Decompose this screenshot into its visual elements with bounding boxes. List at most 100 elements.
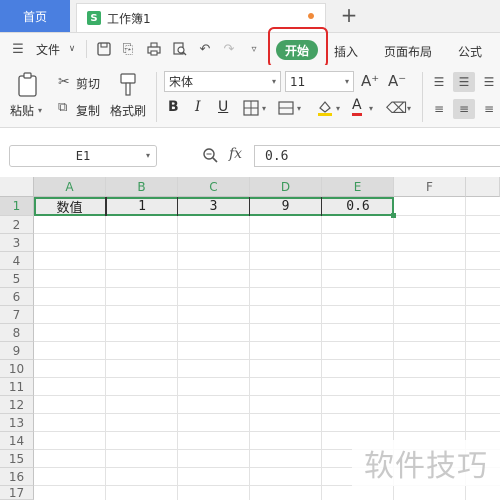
row-header-5[interactable]: 5 <box>0 270 34 288</box>
print-icon[interactable] <box>146 41 162 57</box>
increase-font-button[interactable]: A⁺ <box>361 72 379 90</box>
chevron-down-icon[interactable]: ▾ <box>297 104 301 113</box>
column-header-f[interactable]: F <box>394 177 466 197</box>
row-header-14[interactable]: 14 <box>0 432 34 450</box>
add-tab-button[interactable]: + <box>338 3 360 27</box>
font-color-button[interactable]: A <box>352 97 362 116</box>
chevron-down-icon[interactable]: ▾ <box>369 104 373 113</box>
row-header-12[interactable]: 12 <box>0 396 34 414</box>
chevron-down-icon: ▾ <box>271 77 276 86</box>
undo-icon[interactable]: ↶ <box>197 41 213 57</box>
column-header-a[interactable]: A <box>34 177 106 197</box>
column-header-d[interactable]: D <box>250 177 322 197</box>
menu-page-layout-tab[interactable]: 页面布局 <box>384 43 432 60</box>
divider <box>422 72 423 122</box>
redo-icon[interactable]: ↷ <box>221 41 237 57</box>
gridline <box>321 197 322 500</box>
paste-dropdown-icon[interactable]: ▾ <box>38 106 42 115</box>
row-header-13[interactable]: 13 <box>0 414 34 432</box>
font-size-select[interactable]: 11 ▾ <box>285 71 354 92</box>
cell-reference: E1 <box>75 149 91 163</box>
paste-button[interactable]: 粘贴 <box>10 102 34 119</box>
zoom-formula-icon[interactable] <box>202 147 218 167</box>
row-header-10[interactable]: 10 <box>0 360 34 378</box>
format-painter-icon[interactable] <box>118 72 138 98</box>
gridline <box>34 395 500 396</box>
cut-button[interactable]: 剪切 <box>76 75 100 92</box>
bold-button[interactable]: B <box>168 99 179 115</box>
align-left-icon[interactable]: ≡ <box>428 99 450 119</box>
select-all-corner[interactable] <box>0 177 34 197</box>
gridline <box>34 233 500 234</box>
cell-b1[interactable]: 1 <box>106 197 178 216</box>
chevron-down-icon[interactable]: ∨ <box>64 41 80 57</box>
export-icon[interactable]: ⎘ <box>120 41 136 57</box>
copy-icon[interactable]: ⧉ <box>58 100 67 115</box>
align-middle-icon[interactable]: ☰ <box>453 72 475 92</box>
gridline <box>34 305 500 306</box>
row-header-6[interactable]: 6 <box>0 288 34 306</box>
gridline <box>34 287 500 288</box>
row-header-1[interactable]: 1 <box>0 197 34 216</box>
cell-a1[interactable]: 数值 <box>34 197 106 216</box>
paste-icon[interactable] <box>16 72 40 98</box>
borders-icon[interactable] <box>243 100 259 120</box>
gridline <box>34 359 500 360</box>
customize-toolbar-icon[interactable]: ▿ <box>246 41 262 57</box>
file-menu[interactable]: 文件 <box>36 41 60 58</box>
align-right-icon[interactable]: ≡ <box>478 99 500 119</box>
font-name-value: 宋体 <box>169 75 194 89</box>
row-header-8[interactable]: 8 <box>0 324 34 342</box>
row-header-15[interactable]: 15 <box>0 450 34 468</box>
formula-input[interactable]: 0.6 <box>254 145 500 167</box>
hamburger-menu-icon[interactable]: ☰ <box>10 41 26 57</box>
cell-e1[interactable]: 0.6 <box>322 197 394 216</box>
column-header-c[interactable]: C <box>178 177 250 197</box>
gridline <box>34 323 500 324</box>
menu-formula-tab[interactable]: 公式 <box>458 43 482 60</box>
gridline <box>34 431 500 432</box>
chevron-down-icon[interactable]: ▾ <box>407 104 411 113</box>
save-icon[interactable] <box>96 41 112 57</box>
align-center-icon[interactable]: ≡ <box>453 99 475 119</box>
cell-c1[interactable]: 3 <box>178 197 250 216</box>
row-header-7[interactable]: 7 <box>0 306 34 324</box>
clear-eraser-icon[interactable]: ⌫ <box>386 99 407 117</box>
row-header-9[interactable]: 9 <box>0 342 34 360</box>
font-name-select[interactable]: 宋体 ▾ <box>164 71 281 92</box>
cell-d1[interactable]: 9 <box>250 197 322 216</box>
column-header-g[interactable]: G <box>466 177 500 197</box>
menu-insert-tab[interactable]: 插入 <box>334 43 358 60</box>
insert-function-button[interactable]: fx <box>229 146 242 162</box>
name-box[interactable]: E1 <box>9 145 157 167</box>
row-header-2[interactable]: 2 <box>0 216 34 234</box>
row-header-17[interactable]: 17 <box>0 486 34 500</box>
fill-color-icon[interactable] <box>316 99 334 121</box>
cut-icon[interactable]: ✂ <box>58 74 70 90</box>
print-preview-icon[interactable] <box>172 41 188 57</box>
fill-handle[interactable] <box>391 213 396 218</box>
chevron-down-icon[interactable]: ▾ <box>146 151 150 160</box>
column-header-b[interactable]: B <box>106 177 178 197</box>
decrease-font-button[interactable]: A⁻ <box>388 72 406 90</box>
spreadsheet-icon: S <box>87 11 101 25</box>
chevron-down-icon: ▾ <box>344 77 349 86</box>
row-header-4[interactable]: 4 <box>0 252 34 270</box>
italic-button[interactable]: I <box>195 99 201 115</box>
row-header-11[interactable]: 11 <box>0 378 34 396</box>
row-header-3[interactable]: 3 <box>0 234 34 252</box>
merge-cells-icon[interactable] <box>278 100 294 120</box>
align-top-icon[interactable]: ☰ <box>428 72 450 92</box>
column-header-e[interactable]: E <box>322 177 394 197</box>
watermark: 软件技巧 <box>352 440 500 486</box>
gridline <box>34 269 500 270</box>
format-painter-button[interactable]: 格式刷 <box>110 102 146 119</box>
underline-button[interactable]: U <box>218 99 228 115</box>
row-header-16[interactable]: 16 <box>0 468 34 486</box>
tab-home[interactable]: 首页 <box>0 0 70 32</box>
chevron-down-icon[interactable]: ▾ <box>336 104 340 113</box>
align-bottom-icon[interactable]: ☰ <box>478 72 500 92</box>
chevron-down-icon[interactable]: ▾ <box>262 104 266 113</box>
copy-button[interactable]: 复制 <box>76 102 100 119</box>
unsaved-dot-icon <box>308 13 314 19</box>
